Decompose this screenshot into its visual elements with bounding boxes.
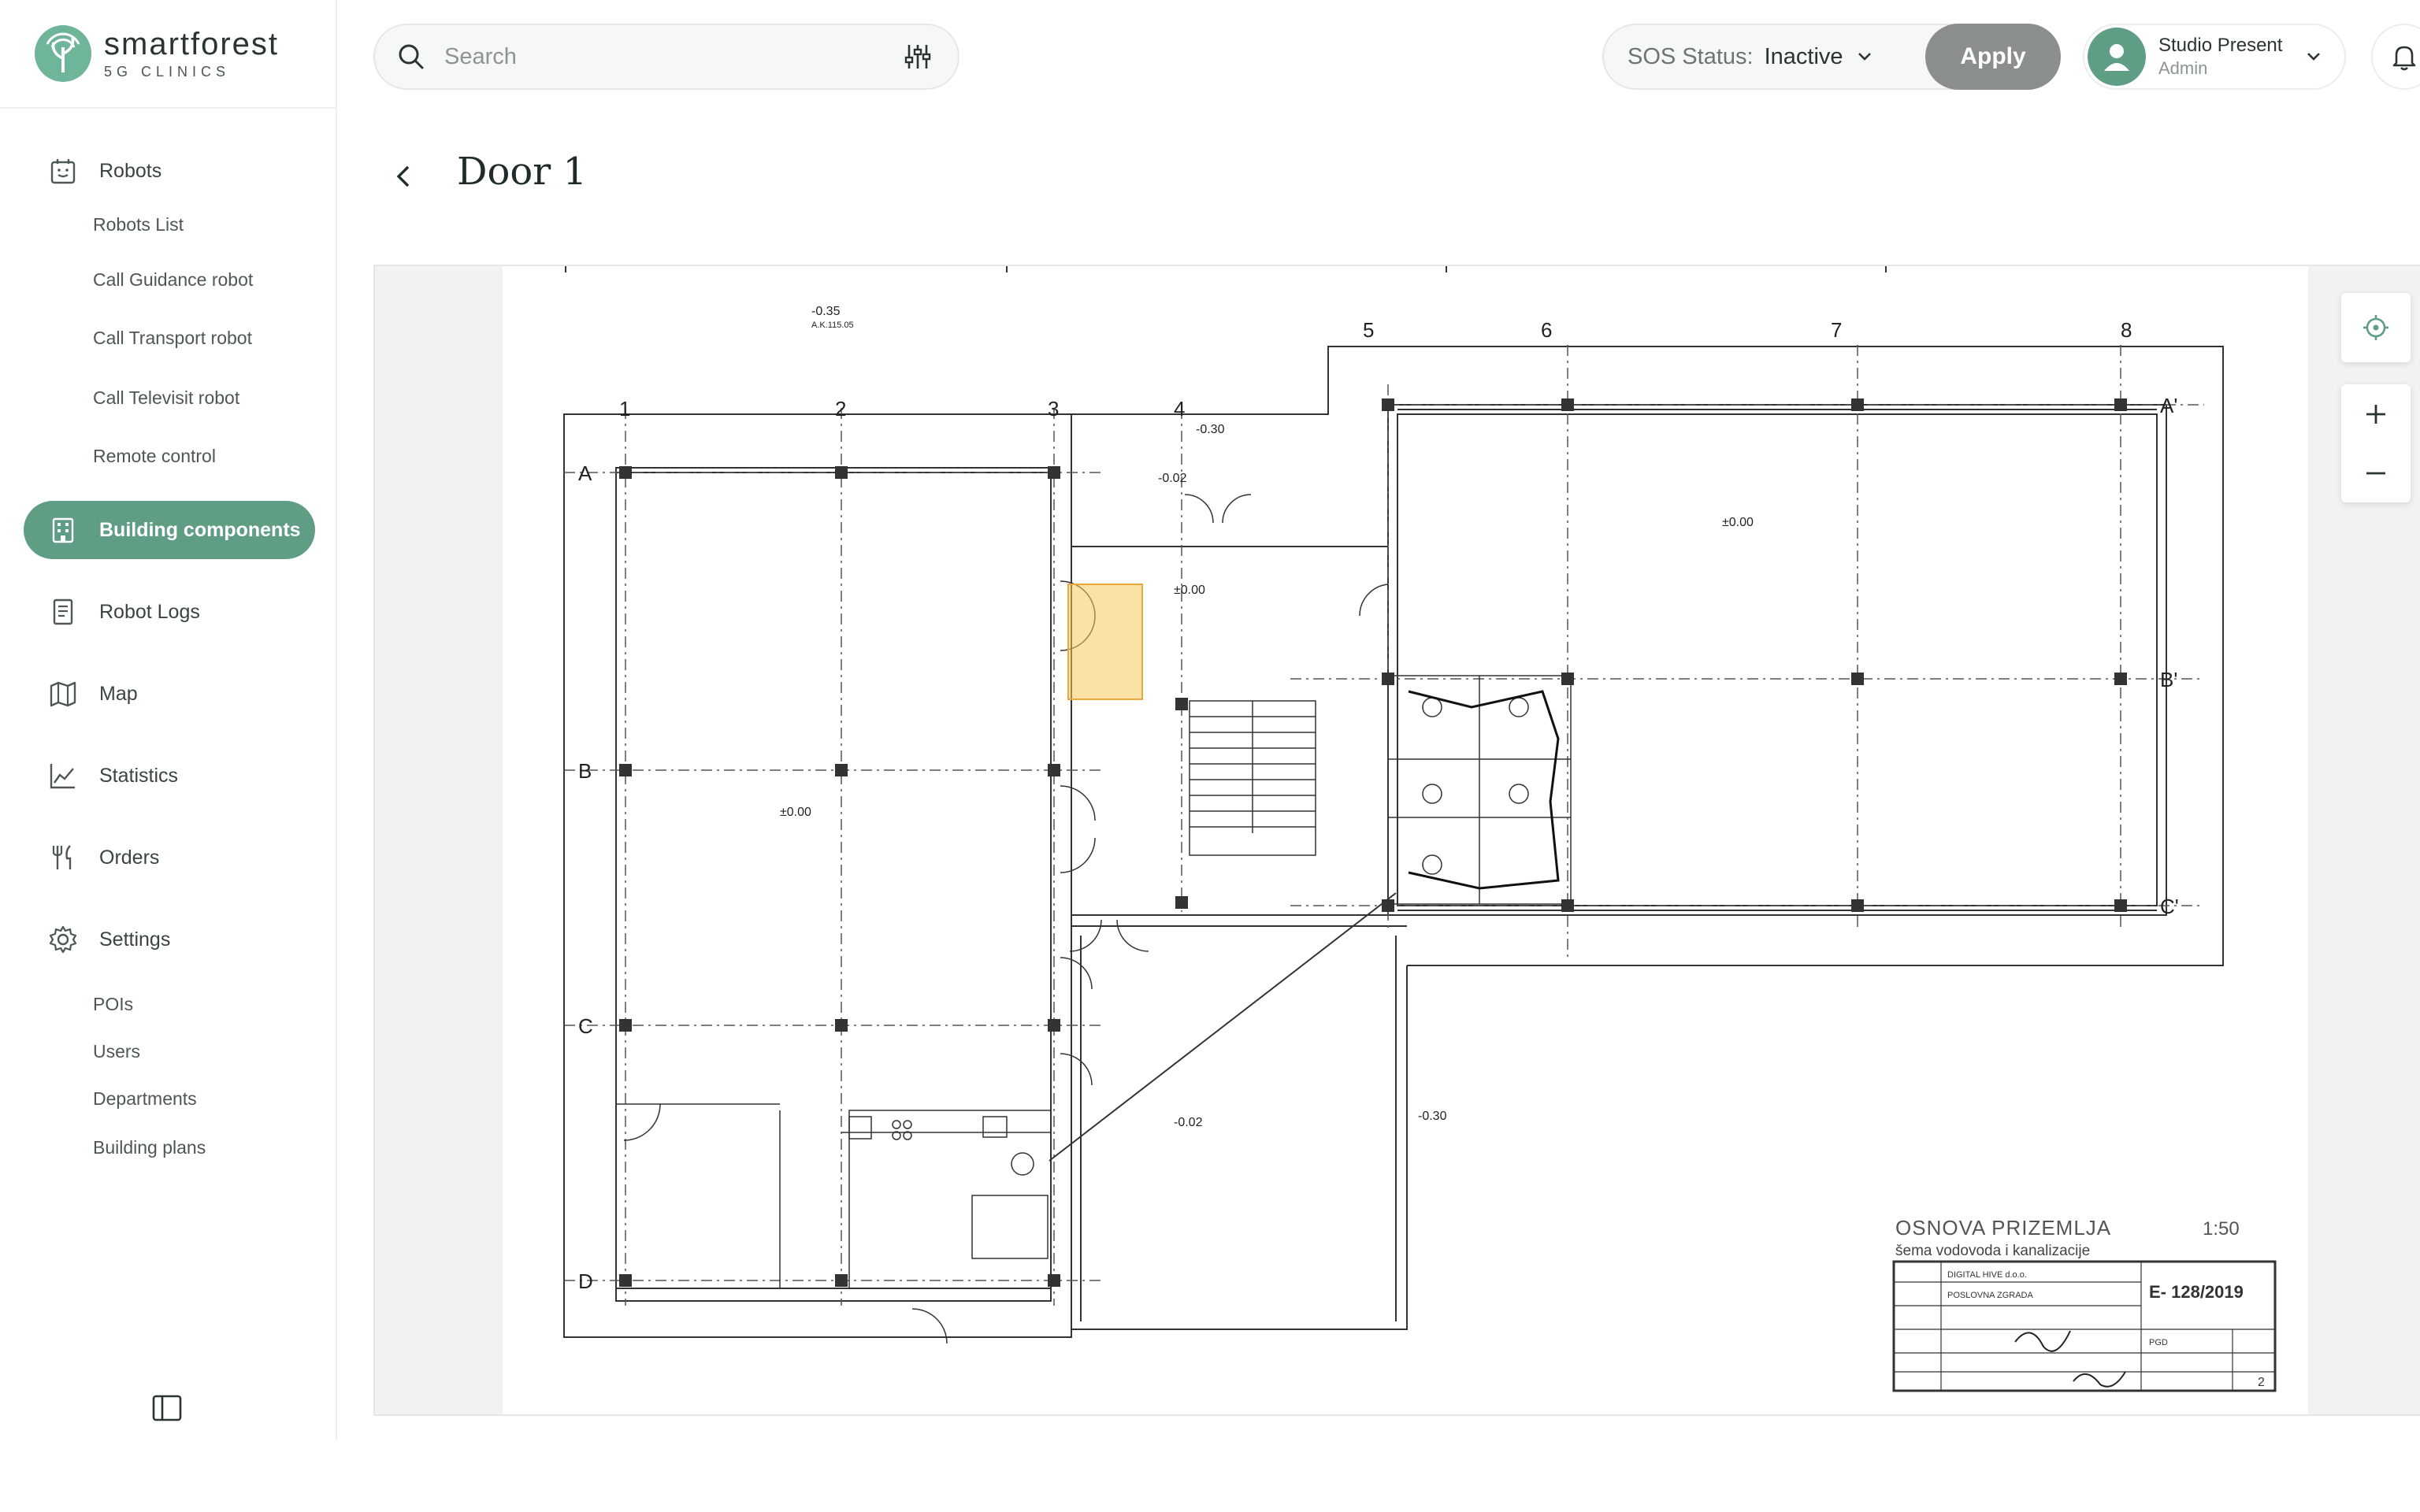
nav-robots[interactable]: Robots bbox=[24, 142, 315, 200]
sos-status-label: SOS Status: bbox=[1628, 43, 1754, 69]
axis-label: B bbox=[578, 759, 592, 783]
chart-icon bbox=[47, 760, 79, 791]
nav-building-plans[interactable]: Building plans bbox=[93, 1137, 206, 1158]
nav-building-components-label: Building components bbox=[99, 518, 301, 541]
axis-label: 2 bbox=[835, 397, 846, 421]
axis-label: 1 bbox=[619, 397, 630, 421]
level-label: ±0.00 bbox=[1722, 516, 1754, 529]
brand-name: smartforest bbox=[104, 27, 280, 61]
avatar bbox=[2088, 28, 2146, 86]
title-block-phase: PGD bbox=[2149, 1338, 2168, 1347]
nav-pois[interactable]: POIs bbox=[93, 994, 133, 1015]
level-label: ±0.00 bbox=[780, 806, 811, 819]
sidebar-toggle-icon[interactable] bbox=[151, 1392, 183, 1424]
level-label: -0.35 bbox=[811, 305, 841, 318]
level-label: -0.02 bbox=[1174, 1116, 1203, 1129]
nav-orders[interactable]: Orders bbox=[24, 828, 315, 887]
nav-call-guidance-robot[interactable]: Call Guidance robot bbox=[93, 269, 253, 291]
divider bbox=[0, 107, 337, 109]
nav-map[interactable]: Map bbox=[24, 665, 315, 723]
nav-users[interactable]: Users bbox=[93, 1041, 140, 1062]
axis-label: C' bbox=[2160, 895, 2179, 918]
brand-subtitle: 5G CLINICS bbox=[104, 64, 231, 80]
level-label: -0.30 bbox=[1196, 423, 1225, 436]
user-name: Studio Present bbox=[2158, 35, 2283, 56]
axis-label: C bbox=[578, 1014, 593, 1038]
zoom-in-button[interactable] bbox=[2341, 384, 2411, 443]
bell-icon bbox=[2392, 46, 2416, 71]
level-label: -0.30 bbox=[1418, 1110, 1447, 1123]
back-arrow-icon[interactable] bbox=[389, 158, 418, 195]
search-input[interactable]: Search bbox=[444, 44, 903, 70]
title-block-heading: OSNOVA PRIZEMLJA bbox=[1895, 1216, 2111, 1240]
floor-plan-drawing: -0.35 A.K.115.05 -0.30 -0.02 ±0.00 ±0.00… bbox=[563, 266, 2277, 1392]
nav-settings-label: Settings bbox=[99, 928, 171, 951]
level-label: -0.02 bbox=[1158, 472, 1187, 485]
axis-label: 6 bbox=[1541, 318, 1552, 342]
crosshair-icon bbox=[2363, 315, 2388, 340]
search-icon bbox=[399, 44, 424, 69]
cutlery-icon bbox=[47, 842, 79, 873]
chevron-down-icon bbox=[1858, 53, 1871, 61]
title-block-object: POSLOVNA ZGRADA bbox=[1947, 1291, 2033, 1300]
filter-sliders-icon[interactable] bbox=[903, 42, 933, 72]
nav-settings[interactable]: Settings bbox=[24, 910, 315, 969]
axis-label: 8 bbox=[2121, 318, 2132, 342]
axis-label: A bbox=[578, 461, 592, 485]
nav-robot-logs-label: Robot Logs bbox=[99, 600, 200, 623]
axis-label: D bbox=[578, 1269, 593, 1293]
map-icon bbox=[47, 678, 79, 710]
brand-logo[interactable]: smartforest 5G CLINICS bbox=[33, 20, 279, 87]
nav-orders-label: Orders bbox=[99, 846, 160, 869]
nav-statistics-label: Statistics bbox=[99, 764, 179, 787]
gear-icon bbox=[47, 924, 79, 955]
title-block-subheading: šema vodovoda i kanalizacije bbox=[1895, 1243, 2090, 1259]
floor-plan-viewer[interactable]: -0.35 A.K.115.05 -0.30 -0.02 ±0.00 ±0.00… bbox=[373, 265, 2420, 1416]
axis-label: 4 bbox=[1174, 397, 1185, 421]
axis-label: A' bbox=[2160, 394, 2177, 417]
title-block-scale: 1:50 bbox=[2203, 1218, 2240, 1240]
logo-icon bbox=[35, 25, 91, 82]
user-role: Admin bbox=[2158, 58, 2208, 78]
nav-robots-label: Robots bbox=[99, 159, 162, 182]
nav-map-label: Map bbox=[99, 682, 138, 705]
document-icon bbox=[47, 596, 79, 628]
level-label: A.K.115.05 bbox=[811, 321, 854, 330]
user-menu[interactable]: Studio Present Admin bbox=[2083, 24, 2346, 90]
nav-call-transport-robot[interactable]: Call Transport robot bbox=[93, 328, 252, 349]
axis-label: 5 bbox=[1363, 318, 1374, 342]
zoom-controls bbox=[2341, 384, 2411, 502]
minus-icon bbox=[2366, 472, 2385, 474]
title-block-drawing-number: E- 128/2019 bbox=[2149, 1282, 2244, 1302]
nav-statistics[interactable]: Statistics bbox=[24, 747, 315, 805]
floor-plan-sheet: -0.35 A.K.115.05 -0.30 -0.02 ±0.00 ±0.00… bbox=[503, 266, 2308, 1414]
nav-robots-list[interactable]: Robots List bbox=[93, 214, 184, 235]
axis-label: 3 bbox=[1048, 397, 1059, 421]
nav-robot-logs[interactable]: Robot Logs bbox=[24, 583, 315, 641]
sos-status-value: Inactive bbox=[1764, 43, 1843, 69]
zoom-out-button[interactable] bbox=[2341, 443, 2411, 502]
level-label: ±0.00 bbox=[1174, 584, 1205, 597]
axis-label: 7 bbox=[1831, 318, 1842, 342]
chevron-down-icon bbox=[2307, 53, 2320, 61]
highlighted-door-1[interactable] bbox=[1067, 584, 1143, 700]
title-block-sheet: 2 bbox=[2258, 1376, 2265, 1389]
nav-departments[interactable]: Departments bbox=[93, 1088, 197, 1110]
title-block-investor: DIGITAL HIVE d.o.o. bbox=[1947, 1270, 2027, 1280]
page-title: Door 1 bbox=[457, 150, 588, 194]
robot-icon bbox=[47, 155, 79, 187]
locate-button[interactable] bbox=[2341, 293, 2411, 362]
axis-label: B' bbox=[2160, 668, 2177, 691]
user-icon bbox=[2104, 44, 2129, 71]
nav-call-televisit-robot[interactable]: Call Televisit robot bbox=[93, 387, 239, 409]
nav-remote-control[interactable]: Remote control bbox=[93, 446, 216, 467]
notifications-button[interactable] bbox=[2371, 24, 2420, 90]
plus-icon bbox=[2366, 404, 2385, 424]
apply-button[interactable]: Apply bbox=[1925, 24, 2061, 90]
sidebar: smartforest 5G CLINICS Robots Robots Lis… bbox=[0, 0, 337, 1441]
building-icon bbox=[47, 514, 79, 546]
nav-building-components[interactable]: Building components bbox=[24, 501, 315, 559]
search-bar[interactable]: Search bbox=[373, 24, 959, 90]
